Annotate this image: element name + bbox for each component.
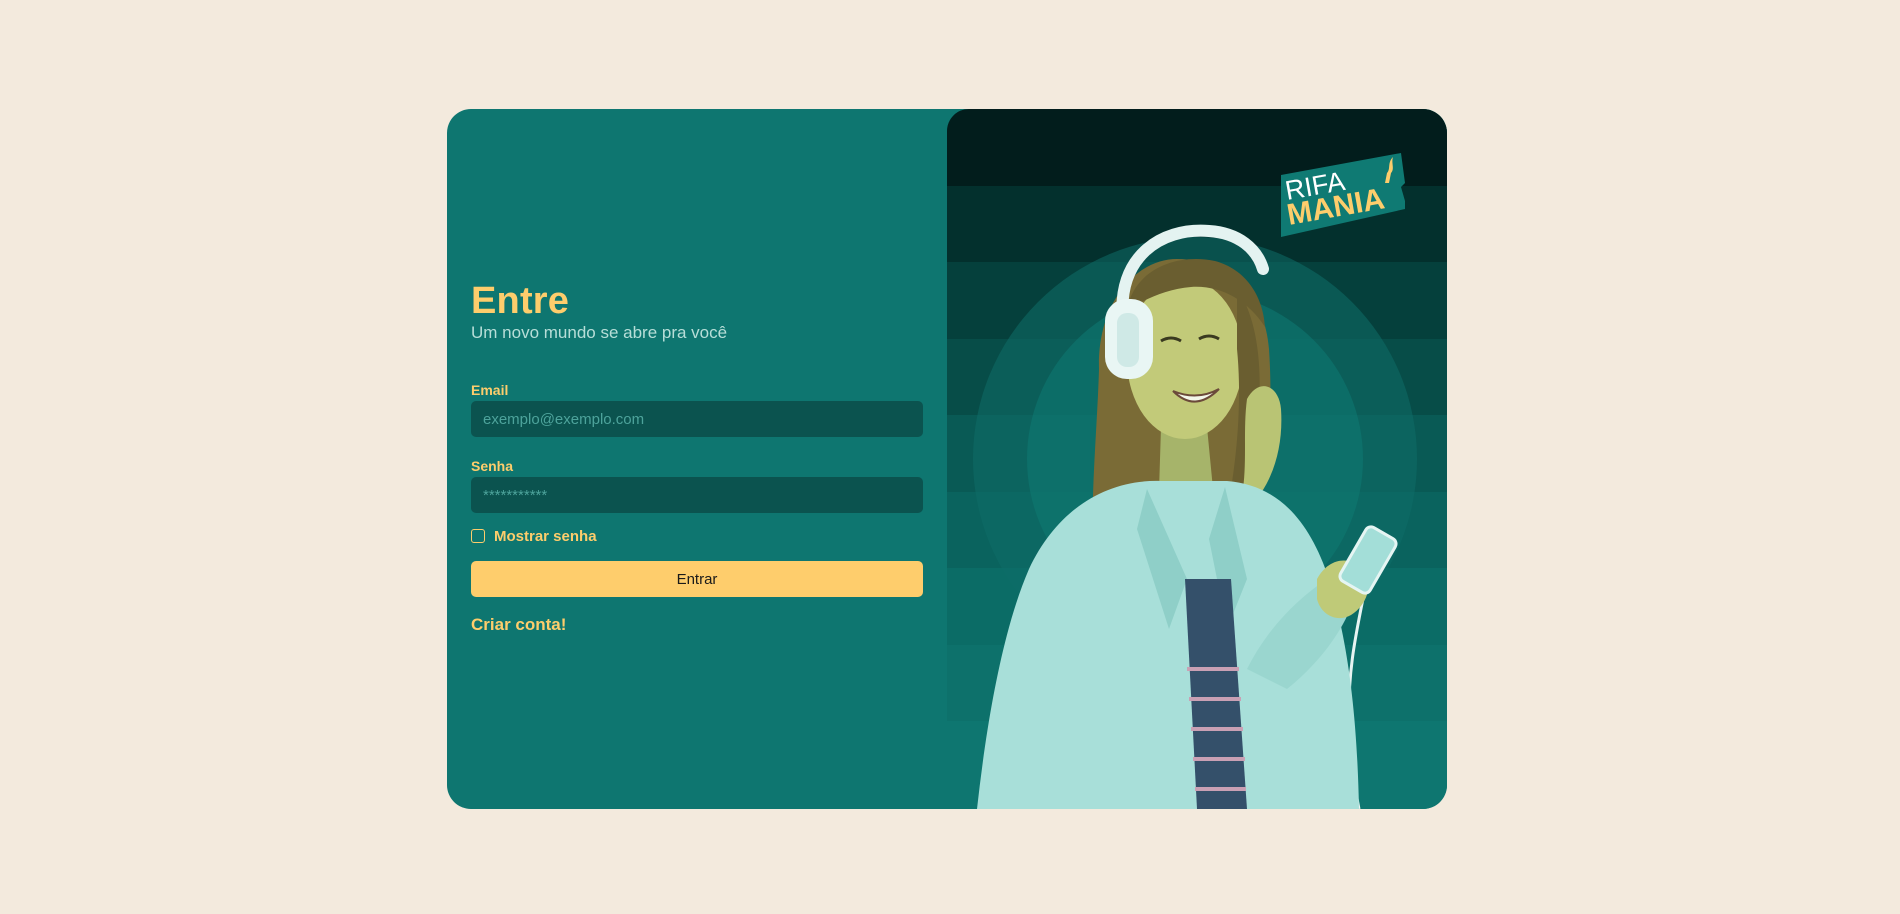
hero-panel: RIFA MANIA [947,109,1447,809]
page-title: Entre [471,280,570,322]
password-label: Senha [471,458,514,474]
email-label: Email [471,382,509,398]
show-password-checkbox[interactable] [471,529,485,543]
login-submit-button[interactable]: Entrar [471,561,923,597]
email-field[interactable] [471,401,923,437]
login-card: Entre Um novo mundo se abre pra você Ema… [447,109,1447,809]
password-field[interactable] [471,477,923,513]
rifamania-logo: RIFA MANIA [1281,153,1405,237]
login-form: Entre Um novo mundo se abre pra você Ema… [471,109,923,809]
headphone-cup-inner [1117,313,1139,367]
create-account-link[interactable]: Criar conta! [471,615,566,635]
page-subtitle: Um novo mundo se abre pra você [471,323,728,342]
show-password-label[interactable]: Mostrar senha [494,528,597,545]
show-password-row[interactable]: Mostrar senha [471,527,597,545]
